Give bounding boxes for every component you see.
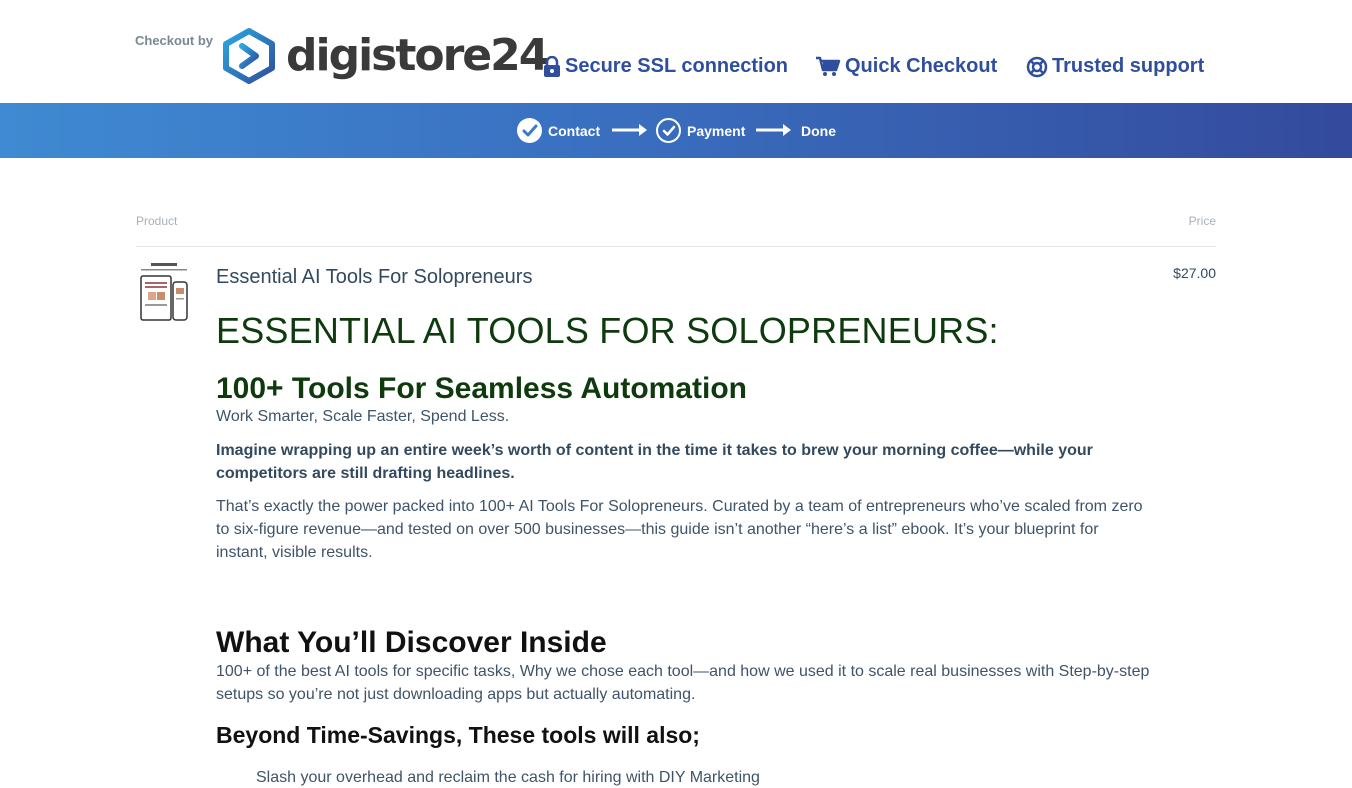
check-circle-icon [517,118,542,143]
digistore24-logo[interactable]: digistore24 [222,28,549,84]
lock-icon [544,55,560,77]
trust-quick-checkout: Quick Checkout [815,55,997,78]
step-payment: Payment [656,118,745,143]
step-payment-label: Payment [687,122,746,139]
step-contact-label: Contact [548,122,601,139]
shopping-cart-icon [816,56,841,76]
product-price: $27.00 [1173,265,1216,281]
trust-ssl-label: Secure SSL connection [565,55,789,77]
product-description: ESSENTIAL AI TOOLS FOR SOLOPRENEURS: 100… [216,310,1151,788]
discover-heading: What You’ll Discover Inside [216,626,607,659]
beyond-heading: Beyond Time-Savings, These tools will al… [216,722,700,748]
description-subheadline: 100+ Tools For Seamless Automation [216,372,747,405]
step-arrow-icon [612,124,647,136]
product-name: Essential AI Tools For Solopreneurs [216,266,533,288]
table-divider [136,246,1216,247]
discover-body: 100+ of the best AI tools for specific t… [216,663,1150,703]
step-done: Done [801,123,836,139]
digistore24-logo-mark-icon [223,28,275,84]
trust-quick-label: Quick Checkout [845,55,998,77]
price-column-header: Price [1188,214,1216,228]
list-item: Slash your overhead and reclaim the cash… [256,769,760,786]
description-headline: ESSENTIAL AI TOOLS FOR SOLOPRENEURS: [216,310,999,351]
description-hook: Imagine wrapping up an entire week’s wor… [216,442,1093,482]
description-body: That’s exactly the power packed into 100… [216,498,1143,561]
step-done-label: Done [801,123,836,139]
checkout-header: Checkout by digistore24 Secure SSL conne… [0,0,1352,103]
trust-secure-ssl: Secure SSL connection [543,55,788,78]
logo-text: digistore24 [286,30,549,81]
trust-support: Trusted support [1026,55,1204,78]
step-contact: Contact [517,118,600,143]
product-thumbnail-image [137,262,191,324]
checkout-steps-bar: Contact Payment Done [0,103,1352,158]
description-tagline: Work Smarter, Scale Faster, Spend Less. [216,408,510,425]
check-circle-outline-icon [656,118,681,143]
checkout-by-label: Checkout by [135,33,214,48]
trust-support-label: Trusted support [1052,55,1205,77]
lifebuoy-icon [1026,56,1048,77]
step-arrow-icon [756,124,791,136]
product-column-header: Product [136,214,178,228]
